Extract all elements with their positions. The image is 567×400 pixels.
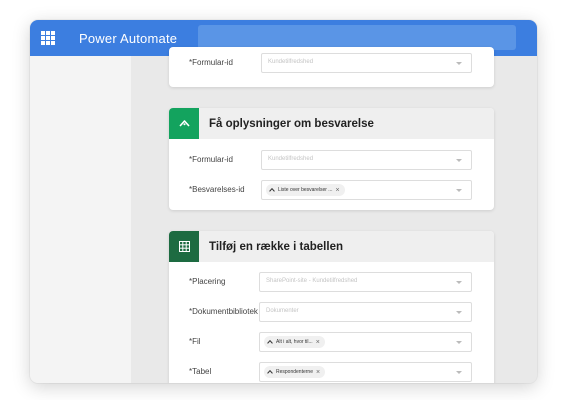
app-title: Power Automate [79, 30, 178, 46]
location-label: *Placering [189, 277, 226, 286]
close-icon[interactable]: × [316, 339, 320, 346]
token-label: Liste over besvarelser ... [278, 187, 333, 193]
document-library-dropdown[interactable]: Dokumenter [259, 302, 472, 322]
add-row-to-table-card: Tilføj en række i tabellen *Placering Sh… [169, 231, 494, 383]
file-row: *Fil Alt i alt, hvor til... × [169, 328, 494, 358]
forms-icon [269, 188, 275, 192]
dynamic-content-token[interactable]: Respondenterne × [264, 366, 326, 378]
forms-icon [169, 108, 199, 139]
previous-step-card: *Formular-id Kundetilfredshed [169, 47, 494, 87]
app-window: Power Automate *Formular-id Kundetilfred… [30, 20, 537, 383]
document-library-row: *Dokumentbibliotek Dokumenter [169, 298, 494, 328]
card-header[interactable]: Tilføj en række i tabellen [169, 231, 494, 262]
dynamic-content-token[interactable]: Liste over besvarelser ... × [266, 184, 345, 196]
location-dropdown[interactable]: SharePoint-site - Kundetilfredshed [259, 272, 472, 292]
forms-icon [267, 340, 273, 344]
file-field[interactable]: Alt i alt, hvor til... × [259, 332, 472, 352]
file-label: *Fil [189, 337, 201, 346]
table-label: *Tabel [189, 367, 212, 376]
chevron-down-icon [456, 311, 462, 314]
response-id-label: *Besvarelses-id [189, 185, 245, 194]
token-label: Respondenterne [276, 369, 313, 375]
location-row: *Placering SharePoint-site - Kundetilfre… [169, 268, 494, 298]
form-id-row: *Formular-id Kundetilfredshed [169, 47, 494, 77]
form-id-row: *Formular-id Kundetilfredshed [169, 146, 494, 176]
close-icon[interactable]: × [316, 369, 320, 376]
card-title: Tilføj en række i tabellen [209, 240, 343, 253]
document-library-value: Dokumenter [266, 308, 299, 314]
form-id-dropdown[interactable]: Kundetilfredshed [261, 53, 472, 73]
forms-icon [267, 370, 273, 374]
document-library-label: *Dokumentbibliotek [189, 307, 258, 316]
chevron-down-icon [456, 281, 462, 284]
sidebar [30, 56, 131, 383]
token-label: Alt i alt, hvor til... [276, 339, 313, 345]
form-id-label: *Formular-id [189, 155, 234, 164]
chevron-down-icon [456, 159, 462, 162]
response-id-row: *Besvarelses-id Liste over besvarelser .… [169, 176, 494, 206]
card-title: Få oplysninger om besvarelse [209, 117, 374, 130]
location-value: SharePoint-site - Kundetilfredshed [266, 278, 358, 284]
app-launcher-icon[interactable] [41, 31, 55, 45]
table-field[interactable]: Respondenterne × [259, 362, 472, 382]
form-id-value: Kundetilfredshed [268, 59, 314, 65]
dynamic-content-token[interactable]: Alt i alt, hvor til... × [264, 336, 325, 348]
get-response-details-card: Få oplysninger om besvarelse *Formular-i… [169, 108, 494, 210]
chevron-down-icon [456, 62, 462, 65]
chevron-down-icon [456, 371, 462, 374]
form-id-dropdown[interactable]: Kundetilfredshed [261, 150, 472, 170]
response-id-field[interactable]: Liste over besvarelser ... × [261, 180, 472, 200]
table-row: *Tabel Respondenterne × [169, 358, 494, 383]
excel-table-icon [169, 231, 199, 262]
chevron-down-icon [456, 189, 462, 192]
chevron-down-icon [456, 341, 462, 344]
close-icon[interactable]: × [335, 187, 339, 194]
card-header[interactable]: Få oplysninger om besvarelse [169, 108, 494, 139]
form-id-value: Kundetilfredshed [268, 156, 314, 162]
form-id-label: *Formular-id [189, 58, 234, 67]
